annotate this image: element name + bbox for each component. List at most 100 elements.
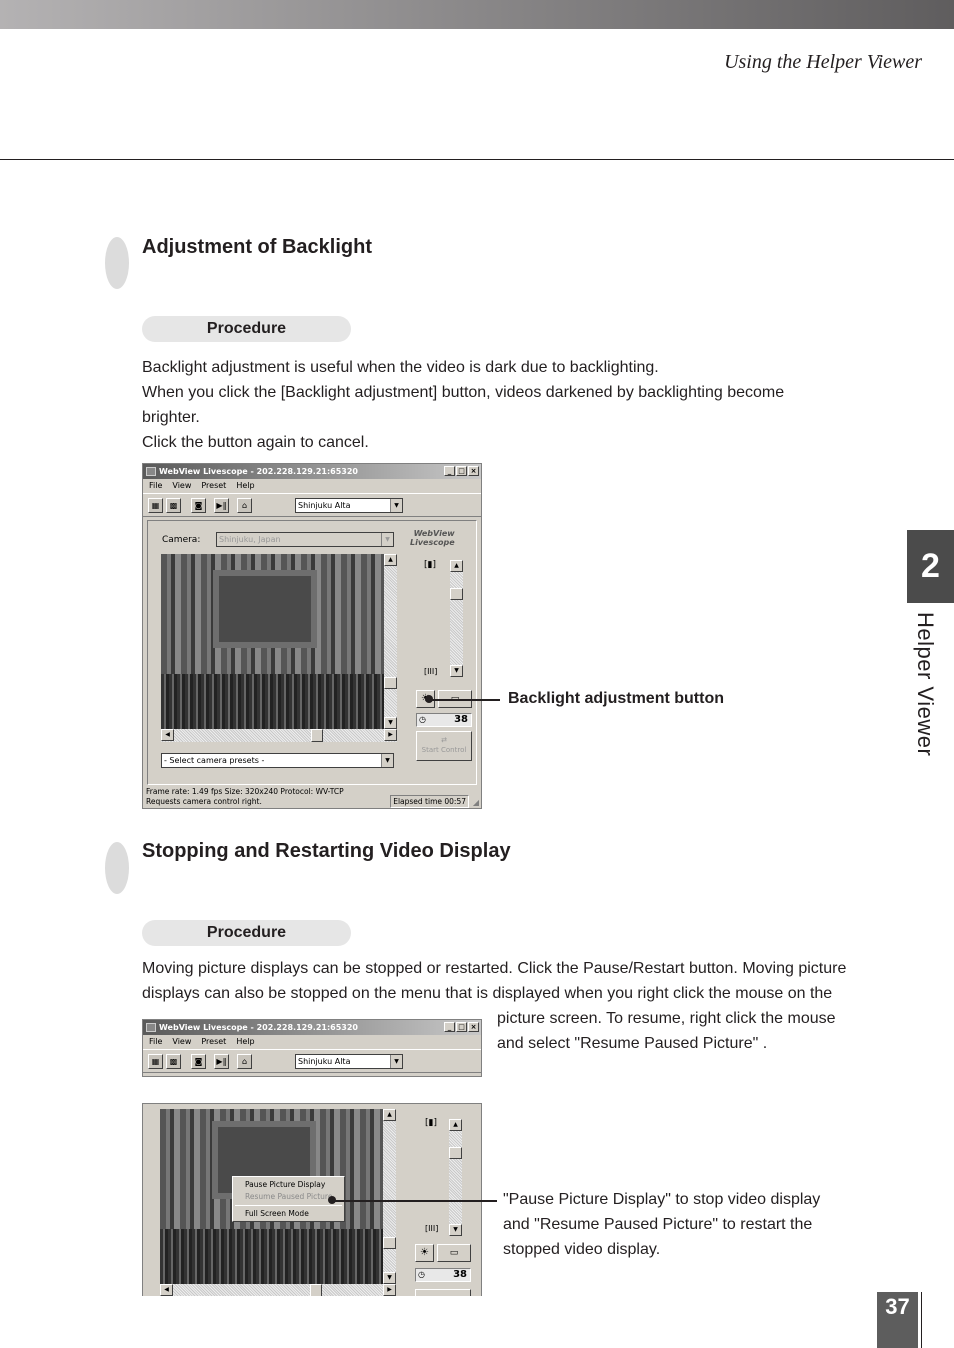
menu-preset[interactable]: Preset (201, 479, 226, 493)
scroll-left-icon[interactable]: ◀ (161, 729, 174, 741)
start-control-label: Start Control (421, 746, 467, 754)
callout-text: "Pause Picture Display" to stop video di… (503, 1191, 821, 1208)
backlight-adjustment-button[interactable]: ☀ (415, 1244, 434, 1262)
camera-select[interactable]: Shinjuku Alta ▼ (295, 1054, 403, 1069)
chevron-down-icon: ▼ (381, 533, 393, 546)
horizontal-scrollbar[interactable]: ◀ ▶ (161, 729, 397, 742)
camera-control-icon[interactable]: ⌂ (237, 1054, 252, 1069)
window-title: WebView Livescope - 202.228.129.21:65320 (159, 1023, 358, 1032)
zoom-out-icon: [III] (425, 1224, 439, 1233)
menu-separator (235, 1205, 342, 1206)
callout-line (429, 699, 500, 701)
scroll-thumb[interactable] (311, 729, 323, 742)
menu-view[interactable]: View (172, 1035, 191, 1049)
chapter-label: Helper Viewer (913, 612, 938, 757)
paragraph: brighter. (142, 409, 200, 426)
timer-value: 38 (453, 1269, 467, 1280)
backlight-callout-label: Backlight adjustment button (508, 690, 724, 707)
menu-view[interactable]: View (172, 479, 191, 493)
large-view-icon[interactable]: ▦ (148, 498, 163, 513)
scroll-up-icon[interactable]: ▲ (383, 1109, 396, 1121)
menu-item-pause-picture[interactable]: Pause Picture Display (233, 1179, 344, 1191)
app-icon (146, 467, 156, 476)
resize-grip-icon[interactable]: ◢ (473, 798, 479, 807)
menu-file[interactable]: File (149, 479, 162, 493)
pause-restart-icon[interactable]: ▶‖ (214, 1054, 229, 1069)
video-content (160, 1229, 383, 1284)
scroll-thumb[interactable] (310, 1284, 322, 1296)
window-titlebar: WebView Livescope - 202.228.129.21:65320… (143, 464, 481, 479)
timer-display: ◷ 38 (416, 713, 472, 727)
maximize-button[interactable]: □ (456, 466, 467, 476)
camera-select-value: Shinjuku Alta (298, 1057, 351, 1066)
vertical-scrollbar[interactable]: ▲ ▼ (384, 554, 397, 729)
scroll-up-icon[interactable]: ▲ (384, 554, 397, 566)
zoom-slider[interactable]: ▲ ▼ (450, 560, 463, 677)
horizontal-scrollbar[interactable]: ◀ ▶ (160, 1284, 396, 1296)
pause-restart-icon[interactable]: ▶‖ (214, 498, 229, 513)
zoom-out-icon: [III] (424, 667, 438, 676)
callout-line (332, 1200, 497, 1202)
zoom-in-icon: [▮] (424, 560, 436, 570)
large-view-icon[interactable]: ▦ (148, 1054, 163, 1069)
snapshot-icon[interactable]: ◙ (191, 498, 206, 513)
camera-field: Shinjuku, Japan ▼ (216, 532, 394, 547)
scroll-down-icon[interactable]: ▼ (383, 1272, 396, 1284)
paragraph: Moving picture displays can be stopped o… (142, 960, 847, 977)
snapshot-icon[interactable]: ◙ (191, 1054, 206, 1069)
section-marker (105, 237, 129, 289)
chevron-down-icon[interactable]: ▼ (390, 1055, 402, 1068)
zoom-thumb[interactable] (449, 1147, 462, 1159)
menu-preset[interactable]: Preset (201, 1035, 226, 1049)
viewer-panel: Camera: Shinjuku, Japan ▼ WebView Livesc… (147, 520, 477, 785)
menu-bar: File View Preset Help (143, 479, 481, 493)
zoom-down-icon[interactable]: ▼ (449, 1224, 462, 1236)
minimize-button[interactable]: _ (444, 1022, 455, 1032)
clock-icon: ◷ (419, 715, 426, 724)
chevron-down-icon[interactable]: ▼ (381, 754, 393, 767)
camera-select-value: Shinjuku Alta (298, 501, 351, 510)
zoom-slider[interactable]: ▲ ▼ (449, 1119, 462, 1236)
frame-button[interactable]: ▭ (437, 1244, 471, 1262)
zoom-up-icon[interactable]: ▲ (449, 1119, 462, 1131)
start-control-button[interactable] (415, 1289, 471, 1296)
preset-select[interactable]: - Select camera presets - ▼ (161, 753, 394, 768)
page-number: 37 (877, 1292, 918, 1348)
menu-item-full-screen[interactable]: Full Screen Mode (233, 1208, 344, 1220)
page-number-rule (921, 1292, 922, 1348)
scroll-thumb[interactable] (384, 677, 397, 689)
menu-help[interactable]: Help (236, 1035, 254, 1049)
close-button[interactable]: × (468, 466, 479, 476)
zoom-in-icon: [▮] (425, 1118, 437, 1128)
menu-help[interactable]: Help (236, 479, 254, 493)
zoom-up-icon[interactable]: ▲ (450, 560, 463, 572)
scroll-thumb[interactable] (383, 1237, 396, 1249)
small-view-icon[interactable]: ▩ (166, 498, 181, 513)
camera-control-icon[interactable]: ⌂ (237, 498, 252, 513)
maximize-button[interactable]: □ (456, 1022, 467, 1032)
minimize-button[interactable]: _ (444, 466, 455, 476)
scroll-right-icon[interactable]: ▶ (383, 1284, 396, 1296)
control-icon: ⇄ (441, 736, 447, 744)
scroll-left-icon[interactable]: ◀ (160, 1284, 173, 1296)
stopping-description: Moving picture displays can be stopped o… (142, 956, 846, 1006)
elapsed-time: Elapsed time 00:57 (390, 795, 469, 808)
backlight-description: Backlight adjustment is useful when the … (142, 355, 784, 455)
menu-file[interactable]: File (149, 1035, 162, 1049)
stopping-description-continued: picture screen. To resume, right click t… (497, 1006, 836, 1056)
small-view-icon[interactable]: ▩ (166, 1054, 181, 1069)
scroll-right-icon[interactable]: ▶ (384, 729, 397, 741)
scroll-down-icon[interactable]: ▼ (384, 717, 397, 729)
zoom-thumb[interactable] (450, 588, 463, 600)
section-marker (105, 842, 129, 894)
chevron-down-icon[interactable]: ▼ (390, 499, 402, 512)
callout-text: and "Resume Paused Picture" to restart t… (503, 1216, 813, 1233)
video-display[interactable] (161, 554, 384, 729)
start-control-button[interactable]: ⇄ Start Control (416, 731, 472, 761)
vertical-scrollbar[interactable]: ▲ ▼ (383, 1109, 396, 1284)
close-button[interactable]: × (468, 1022, 479, 1032)
zoom-down-icon[interactable]: ▼ (450, 665, 463, 677)
video-content (161, 674, 384, 729)
camera-select[interactable]: Shinjuku Alta ▼ (295, 498, 403, 513)
paragraph: picture screen. To resume, right click t… (497, 1010, 836, 1027)
